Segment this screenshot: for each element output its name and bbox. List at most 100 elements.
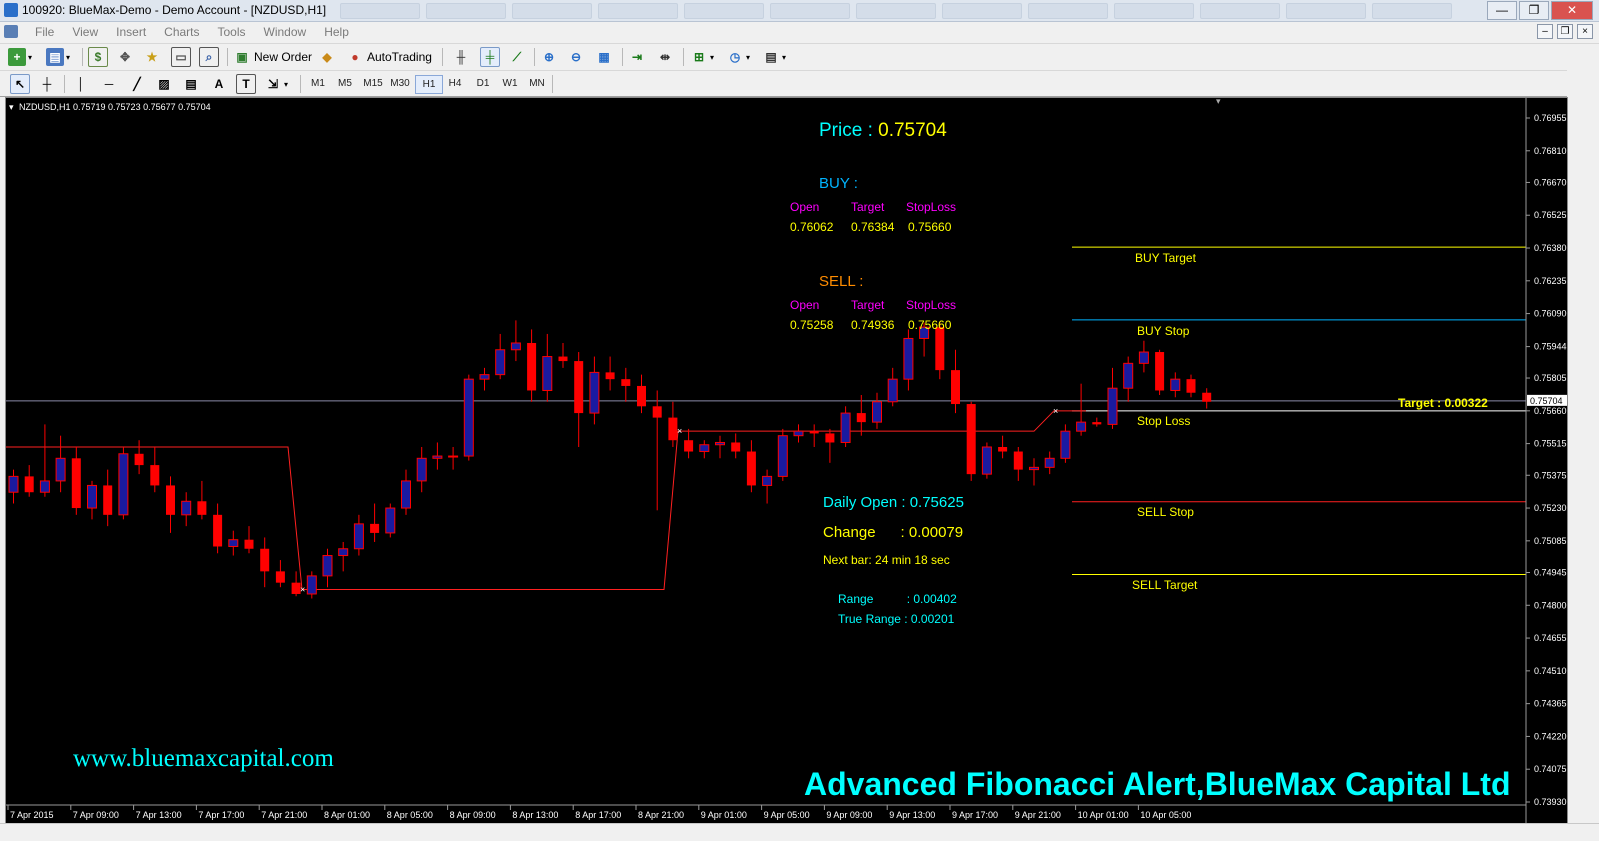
candle-body bbox=[291, 582, 301, 594]
candle-body bbox=[637, 385, 646, 407]
market-watch-button[interactable]: $ bbox=[88, 47, 108, 67]
auto-scroll-button[interactable]: ⇥ bbox=[628, 47, 646, 67]
metaeditor-button[interactable]: ◆ bbox=[318, 47, 336, 67]
watermark-url: www.bluemaxcapital.com bbox=[73, 745, 334, 772]
menu-insert[interactable]: Insert bbox=[107, 25, 155, 39]
terminal-button[interactable]: ▭ bbox=[171, 47, 191, 67]
sell-stoploss-value: 0.75660 bbox=[908, 318, 952, 332]
candle-body bbox=[416, 457, 427, 482]
x-tick-label: 8 Apr 05:00 bbox=[387, 810, 433, 820]
text-label-tool[interactable]: T bbox=[236, 74, 256, 94]
y-tick-label: 0.76525 bbox=[1534, 210, 1567, 220]
x-tick-label: 9 Apr 09:00 bbox=[826, 810, 872, 820]
timeframe-m1[interactable]: M1 bbox=[305, 75, 331, 92]
autotrading-button[interactable]: ● AutoTrading bbox=[346, 47, 432, 67]
target-label: Target : 0.00322 bbox=[1398, 396, 1488, 410]
menu-window[interactable]: Window bbox=[255, 25, 316, 39]
timeframe-d1[interactable]: D1 bbox=[470, 75, 496, 92]
profiles-button[interactable]: ▤ ▾ bbox=[46, 47, 70, 67]
data-window-button[interactable]: ✥ bbox=[116, 47, 134, 67]
zoom-in-button[interactable]: ⊕ bbox=[540, 47, 558, 67]
candle-body bbox=[668, 417, 678, 441]
restore-button[interactable]: ❐ bbox=[1519, 1, 1549, 20]
folder-star-icon: ★ bbox=[146, 50, 158, 64]
fibonacci-tool[interactable]: ▤ bbox=[182, 74, 200, 94]
candle-body bbox=[1076, 421, 1087, 432]
document-icon bbox=[4, 25, 18, 38]
timeframe-h4[interactable]: H4 bbox=[442, 75, 468, 92]
x-tick-label: 7 Apr 17:00 bbox=[198, 810, 244, 820]
navigator-button[interactable]: ★ bbox=[143, 47, 161, 67]
chart-shift-button[interactable]: ⇹ bbox=[656, 47, 674, 67]
timeframe-m15[interactable]: M15 bbox=[360, 75, 386, 92]
equidistant-channel-tool[interactable]: ▨ bbox=[155, 74, 173, 94]
candle-body bbox=[118, 453, 129, 516]
mdi-minimize-button[interactable]: – bbox=[1537, 24, 1553, 39]
vertical-line-tool[interactable]: │ bbox=[72, 74, 90, 94]
crosshair-tool[interactable]: ┼ bbox=[38, 74, 56, 94]
mdi-restore-button[interactable]: ❐ bbox=[1557, 24, 1573, 39]
new-chart-button[interactable]: + ▾ bbox=[8, 47, 32, 67]
menu-tools[interactable]: Tools bbox=[209, 25, 255, 39]
minimize-button[interactable]: — bbox=[1487, 1, 1517, 20]
candle-body bbox=[87, 484, 97, 509]
bar-chart-button[interactable]: ╫ bbox=[452, 47, 470, 67]
zoom-out-button[interactable]: ⊖ bbox=[567, 47, 585, 67]
x-tick-label: 9 Apr 21:00 bbox=[1015, 810, 1061, 820]
chart-canvas: 0.75704 × × × 0.76955 0.76810 0.76670 0.76525 0… bbox=[6, 98, 1567, 824]
menu-charts[interactable]: Charts bbox=[155, 25, 208, 39]
standard-toolbar: + ▾ ▤ ▾ $ ✥ ★ ▭ ⌕ ▣ New Order ◆ ● AutoTradin… bbox=[0, 43, 1599, 111]
candle-body bbox=[887, 378, 898, 403]
candle-body bbox=[966, 404, 976, 475]
candle-body bbox=[448, 455, 459, 458]
cursor-tool[interactable]: ↖ bbox=[10, 74, 30, 94]
timeframe-m5[interactable]: M5 bbox=[332, 75, 358, 92]
crosshair-icon: ✥ bbox=[119, 50, 131, 64]
app-icon bbox=[4, 3, 18, 17]
candle-body bbox=[1138, 351, 1149, 364]
timeframe-mn[interactable]: MN bbox=[524, 75, 550, 92]
candle-body bbox=[715, 441, 725, 446]
y-tick-label: 0.76090 bbox=[1534, 309, 1567, 319]
timeframe-m30[interactable]: M30 bbox=[387, 75, 413, 92]
line-chart-button[interactable]: ⟋ bbox=[508, 47, 526, 67]
y-tick-label: 0.75085 bbox=[1534, 536, 1567, 546]
candle-body bbox=[777, 435, 788, 477]
new-order-button[interactable]: ▣ New Order bbox=[233, 47, 312, 67]
templates-button[interactable]: ▤ ▾ bbox=[762, 47, 786, 67]
buy-target-label: BUY Target bbox=[1135, 251, 1197, 265]
timeframe-w1[interactable]: W1 bbox=[497, 75, 523, 92]
taskbar-ghost-tabs bbox=[340, 3, 1452, 19]
chart-arrow-icon: ▾ bbox=[9, 102, 14, 112]
horizontal-line-icon: ─ bbox=[104, 77, 114, 91]
y-tick-label: 0.75375 bbox=[1534, 470, 1567, 480]
tile-windows-button[interactable]: ▦ bbox=[595, 47, 613, 67]
candle-body bbox=[1123, 362, 1134, 389]
horizontal-line-tool[interactable]: ─ bbox=[100, 74, 118, 94]
cursor-icon: ↖ bbox=[10, 74, 30, 94]
indicators-button[interactable]: ⊞ ▾ bbox=[690, 47, 714, 67]
candle-body bbox=[1092, 422, 1102, 425]
strategy-tester-button[interactable]: ⌕ bbox=[199, 47, 219, 67]
candle-body bbox=[166, 485, 175, 515]
periods-button[interactable]: ◷ ▾ bbox=[726, 47, 750, 67]
trendline-tool[interactable]: ╱ bbox=[128, 74, 146, 94]
channel-icon: ▨ bbox=[158, 77, 170, 91]
fibonacci-icon: ▤ bbox=[185, 77, 197, 91]
text-tool[interactable]: A bbox=[210, 74, 228, 94]
vertical-line-icon: │ bbox=[77, 77, 85, 91]
arrows-icon: ⇲ bbox=[267, 77, 279, 91]
menu-help[interactable]: Help bbox=[315, 25, 358, 39]
sell-target-label: SELL Target bbox=[1132, 578, 1198, 592]
timeframe-h1[interactable]: H1 bbox=[415, 75, 443, 94]
candle-body bbox=[197, 501, 207, 515]
close-button[interactable]: ✕ bbox=[1551, 1, 1593, 20]
arrows-tool[interactable]: ⇲ ▾ bbox=[264, 74, 288, 94]
menu-file[interactable]: File bbox=[26, 25, 63, 39]
x-tick-label: 9 Apr 01:00 bbox=[701, 810, 747, 820]
price-chart[interactable]: 0.75704 × × × 0.76955 0.76810 0.76670 0.76525 0… bbox=[5, 97, 1568, 825]
menu-view[interactable]: View bbox=[63, 25, 107, 39]
candle-body bbox=[872, 401, 882, 423]
mdi-close-button[interactable]: × bbox=[1577, 24, 1593, 39]
candlestick-button[interactable]: ╪ bbox=[480, 47, 500, 67]
